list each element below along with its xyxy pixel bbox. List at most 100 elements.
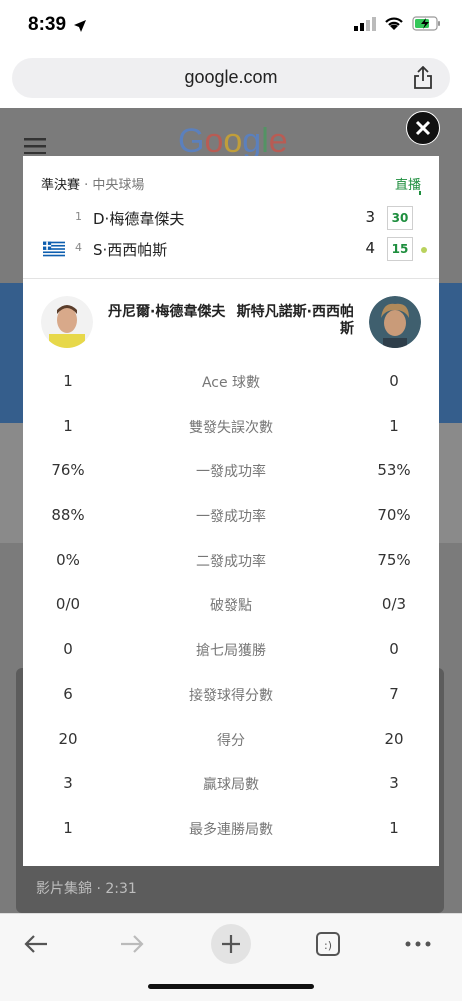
plus-icon <box>222 935 240 953</box>
google-logo-g1: G <box>178 122 205 160</box>
google-logo-o2: o <box>223 122 243 160</box>
stat-left-value: 6 <box>63 684 73 703</box>
forward-button[interactable] <box>110 922 154 966</box>
stat-right-value: 7 <box>389 684 399 703</box>
stat-row: 6 接發球得分數 7 <box>23 672 439 717</box>
player-name: D·梅德韋傑夫 <box>93 210 185 228</box>
stat-label: 得分 <box>217 732 245 749</box>
share-icon[interactable] <box>412 66 434 90</box>
address-bar-area: google.com <box>0 50 462 108</box>
stats-table: 1 Ace 球數 0 1 雙發失誤次數 1 76% 一發成功率 53% 88% … <box>23 359 439 851</box>
svg-text::): :) <box>324 939 332 952</box>
stat-label: 最多連勝局數 <box>189 821 273 838</box>
address-bar[interactable]: google.com <box>12 58 450 98</box>
stat-label: 贏球局數 <box>203 777 259 794</box>
stat-right-value: 20 <box>384 729 404 748</box>
live-label[interactable]: 直播 <box>395 174 421 193</box>
video-caption: 影片集錦 · 2:31 <box>36 881 137 897</box>
stat-left-value: 0 <box>63 640 73 659</box>
google-logo-g2: g <box>242 122 262 160</box>
avatar <box>369 296 421 348</box>
stat-label: 接發球得分數 <box>189 687 273 704</box>
stat-row: 3 贏球局數 3 <box>23 761 439 806</box>
google-logo-e: e <box>268 122 288 160</box>
more-icon <box>405 941 431 947</box>
stat-row: 88% 一發成功率 70% <box>23 493 439 538</box>
tab-switcher-button[interactable]: :) <box>306 922 350 966</box>
stat-left-value: 76% <box>51 461 85 480</box>
stat-left-value: 88% <box>51 506 85 525</box>
stat-label: 搶七局獲勝 <box>196 643 266 660</box>
stat-left-value: 20 <box>58 729 78 748</box>
wifi-icon <box>385 17 403 30</box>
new-tab-button[interactable] <box>211 924 251 964</box>
stat-right-value: 0/3 <box>381 595 407 614</box>
stat-right-value: 53% <box>377 461 411 480</box>
close-button[interactable] <box>406 111 440 145</box>
stat-label: 二發成功率 <box>196 553 266 570</box>
player-left-photo <box>41 296 93 348</box>
serve-indicator <box>421 247 427 253</box>
stat-right-value: 3 <box>389 774 399 793</box>
stat-right-value: 70% <box>377 506 411 525</box>
player-name: S·西西帕斯 <box>93 241 168 259</box>
cellular-signal-icon <box>354 16 376 31</box>
stat-label: 一發成功率 <box>196 464 266 481</box>
url-text[interactable]: google.com <box>12 67 450 88</box>
player-right-name: 斯特凡諾斯·西西帕斯 <box>236 304 354 337</box>
stat-row: 20 得分 20 <box>23 717 439 762</box>
google-logo-o1: o <box>204 122 224 160</box>
stat-label: Ace 球數 <box>201 375 261 391</box>
back-button[interactable] <box>14 922 58 966</box>
player-comparison-header: 丹尼爾·梅德韋傑夫 斯特凡諾斯·西西帕斯 <box>23 296 439 356</box>
stat-left-value: 1 <box>63 416 73 435</box>
more-button[interactable] <box>396 922 440 966</box>
player-row: 1 D·梅德韋傑夫 3 30 <box>41 206 421 231</box>
stat-row: 1 最多連勝局數 1 <box>23 806 439 851</box>
home-indicator <box>148 984 314 989</box>
forward-arrow-icon <box>121 935 144 953</box>
round-separator: · <box>80 178 93 193</box>
stat-row: 1 Ace 球數 0 <box>23 359 439 404</box>
player-seed: 4 <box>75 241 82 254</box>
live-indicator-line <box>419 191 421 195</box>
player-right-photo <box>369 296 421 348</box>
greece-flag-icon <box>43 241 65 257</box>
status-bar: 8:39 <box>0 0 462 50</box>
match-stats-card: 準決賽 · 中央球場 直播 1 D·梅德韋傑夫 3 30 4 S·西西帕斯 4 … <box>23 156 439 866</box>
stat-row: 76% 一發成功率 53% <box>23 448 439 493</box>
stat-left-value: 1 <box>63 818 73 837</box>
stat-left-value: 3 <box>63 774 73 793</box>
tab-switcher-icon: :) <box>316 932 340 956</box>
location-arrow-icon <box>74 20 86 32</box>
player-game-score: 15 <box>387 237 413 261</box>
player-row: 4 S·西西帕斯 4 15 <box>41 237 427 262</box>
stat-left-value: 1 <box>63 372 73 390</box>
stat-row: 0% 二發成功率 75% <box>23 538 439 583</box>
status-time: 8:39 <box>28 14 67 35</box>
player-game-score: 30 <box>387 206 413 230</box>
round-info: 準決賽 · 中央球場 <box>41 174 144 193</box>
round-label: 準決賽 <box>41 178 81 193</box>
stat-label: 一發成功率 <box>196 509 266 526</box>
stat-right-value: 1 <box>389 416 399 435</box>
stat-row: 0 搶七局獲勝 0 <box>23 627 439 672</box>
scoreboard: 準決賽 · 中央球場 直播 1 D·梅德韋傑夫 3 30 4 S·西西帕斯 4 … <box>23 156 439 279</box>
court-label: 中央球場 <box>92 178 145 193</box>
player-seed: 1 <box>75 210 82 223</box>
stat-left-value: 0/0 <box>55 595 81 614</box>
menu-icon <box>24 138 46 154</box>
stat-right-value: 0 <box>389 640 399 659</box>
avatar <box>41 296 93 348</box>
player-sets: 3 <box>365 208 375 226</box>
player-sets: 4 <box>365 239 375 257</box>
close-icon <box>415 120 431 136</box>
google-logo-l: l <box>261 122 269 160</box>
stat-right-value: 0 <box>389 372 399 390</box>
battery-charging-icon <box>412 16 440 31</box>
status-icons <box>354 16 442 31</box>
stat-row: 1 雙發失誤次數 1 <box>23 404 439 449</box>
stat-label: 雙發失誤次數 <box>189 419 273 436</box>
stat-right-value: 1 <box>389 818 399 837</box>
stat-right-value: 75% <box>377 550 411 569</box>
